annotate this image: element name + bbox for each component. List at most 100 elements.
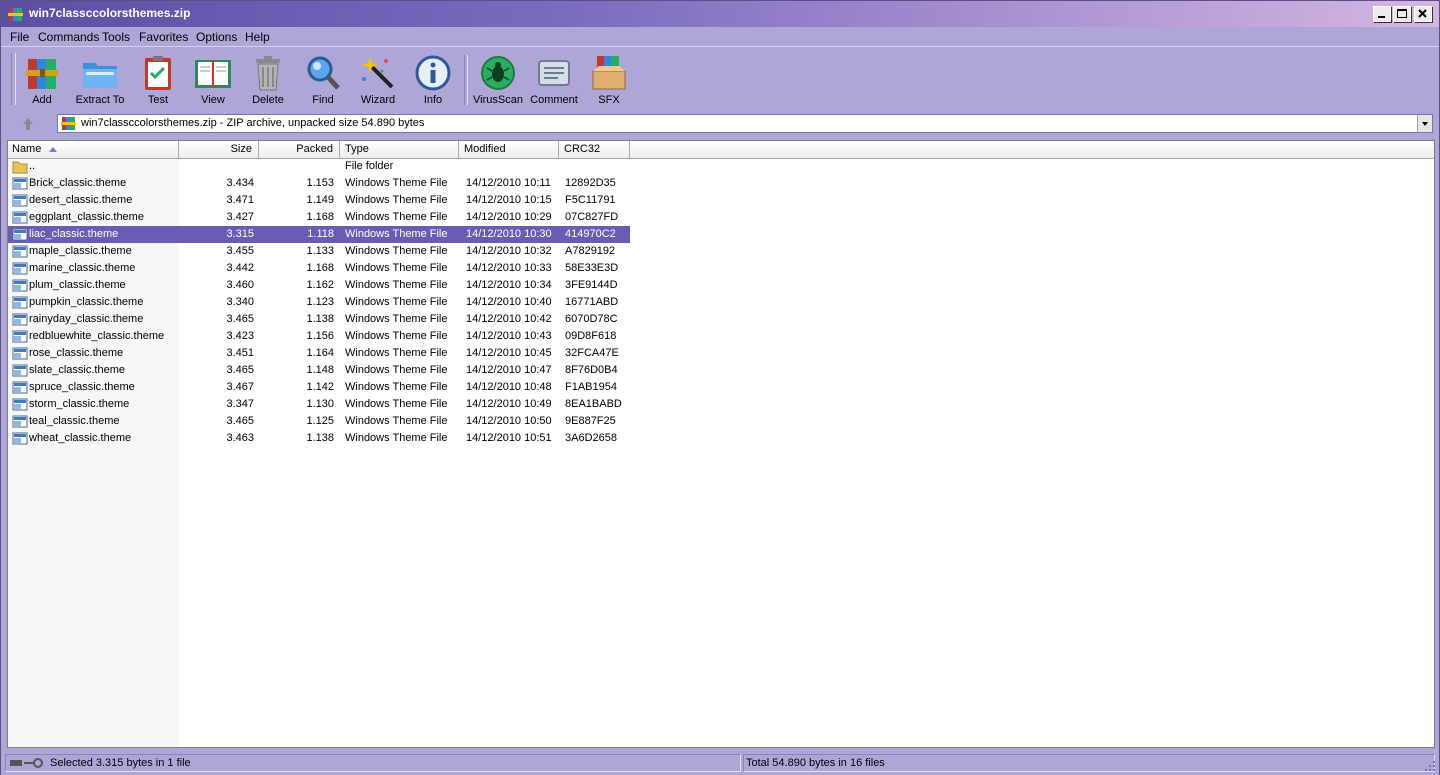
archive-icon (61, 117, 76, 130)
file-row[interactable]: rose_classic.theme 3.451 1.164 Windows Them… (8, 345, 630, 362)
file-modified: 14/12/2010 10:47 (466, 364, 552, 376)
file-crc32: 12892D35 (565, 177, 616, 189)
file-size: 3.465 (226, 313, 254, 325)
wizard-button[interactable]: Wizard (350, 51, 406, 109)
file-packed: 1.138 (306, 432, 334, 444)
file-name: desert_classic.theme (29, 194, 133, 206)
file-row[interactable]: spruce_classic.theme 3.467 1.142 Windows Th… (8, 379, 630, 396)
wizard-label: Wizard (360, 94, 396, 106)
up-folder-button[interactable] (9, 114, 47, 134)
sort-ascending-icon (49, 147, 57, 152)
file-type: Windows Theme File (345, 415, 448, 427)
delete-button[interactable]: Delete (240, 51, 296, 109)
test-button[interactable]: Test (130, 51, 186, 109)
minimize-button[interactable] (1373, 6, 1391, 22)
file-packed: 1.149 (306, 194, 334, 206)
comment-label: Comment (530, 94, 578, 106)
close-button[interactable] (1414, 6, 1432, 22)
file-row[interactable]: desert_classic.theme 3.471 1.149 Windows Th… (8, 192, 630, 209)
file-row[interactable]: slate_classic.theme 3.465 1.148 Windows The… (8, 362, 630, 379)
column-header-size[interactable]: Size (179, 141, 259, 158)
file-name: marine_classic.theme (29, 262, 136, 274)
view-button[interactable]: View (185, 51, 241, 109)
main-toolbar: Add Extract To Test View Delete Find Wiz… (1, 46, 1439, 112)
file-row[interactable]: maple_classic.theme 3.455 1.133 Windows The… (8, 243, 630, 260)
file-row[interactable]: storm_classic.theme 3.347 1.130 Windows The… (8, 396, 630, 413)
menu-options[interactable]: Options (196, 30, 237, 44)
sfx-box-icon (592, 56, 626, 90)
sfx-label: SFX (598, 94, 620, 106)
column-header-name[interactable]: Name (8, 141, 179, 158)
sfx-button[interactable]: SFX (581, 51, 637, 109)
column-header-packed[interactable]: Packed (259, 141, 340, 158)
file-type: Windows Theme File (345, 245, 448, 257)
file-packed: 1.153 (306, 177, 334, 189)
menu-favorites[interactable]: Favorites (139, 30, 188, 44)
file-row[interactable]: Brick_classic.theme 3.434 1.153 Windows The… (8, 175, 630, 192)
title-bar[interactable]: win7classccolorsthemes.zip (1, 1, 1439, 27)
file-name: plum_classic.theme (29, 279, 126, 291)
file-type: Windows Theme File (345, 313, 448, 325)
winrar-app-icon (8, 8, 23, 21)
winrar-window: win7classccolorsthemes.zip File Commands… (0, 0, 1440, 775)
column-header-type[interactable]: Type (340, 141, 459, 158)
comment-icon (538, 60, 570, 86)
file-crc32: 9E887F25 (565, 415, 616, 427)
file-list[interactable]: Name Size Packed Type Modified CRC32 .. F… (7, 140, 1435, 748)
file-type: Windows Theme File (345, 194, 448, 206)
comment-button[interactable]: Comment (526, 51, 582, 109)
maximize-button[interactable] (1393, 6, 1411, 22)
file-crc32: 07C827FD (565, 211, 619, 223)
menu-bar: File Commands Tools Favorites Options He… (1, 27, 1439, 46)
add-label: Add (32, 94, 52, 106)
file-type: Windows Theme File (345, 381, 448, 393)
file-packed: 1.156 (306, 330, 334, 342)
find-button[interactable]: Find (295, 51, 351, 109)
file-size: 3.423 (226, 330, 254, 342)
arrow-up-icon (23, 118, 33, 130)
file-crc32: 8EA1BABD (565, 398, 622, 410)
file-packed: 1.148 (306, 364, 334, 376)
extract-to-button[interactable]: Extract To (72, 51, 128, 109)
file-type: Windows Theme File (345, 432, 448, 444)
menu-help[interactable]: Help (245, 30, 270, 44)
address-field[interactable]: win7classccolorsthemes.zip - ZIP archive… (57, 114, 1433, 133)
file-size: 3.451 (226, 347, 254, 359)
file-row[interactable]: teal_classic.theme 3.465 1.125 Windows Them… (8, 413, 630, 430)
file-row[interactable]: liac_classic.theme 3.315 1.118 Windows Them… (8, 226, 630, 243)
file-modified: 14/12/2010 10:42 (466, 313, 552, 325)
theme-file-icon (12, 398, 28, 411)
file-row[interactable]: pumpkin_classic.theme 3.340 1.123 Windows T… (8, 294, 630, 311)
column-header-crc32[interactable]: CRC32 (559, 141, 630, 158)
column-header-modified[interactable]: Modified (459, 141, 559, 158)
menu-commands[interactable]: Commands (38, 30, 99, 44)
file-row[interactable]: marine_classic.theme 3.442 1.168 Windows Th… (8, 260, 630, 277)
file-name: storm_classic.theme (29, 398, 130, 410)
file-modified: 14/12/2010 10:51 (466, 432, 552, 444)
file-type: Windows Theme File (345, 347, 448, 359)
virusscan-button[interactable]: VirusScan (470, 51, 526, 109)
file-row[interactable]: rainyday_classic.theme 3.465 1.138 Windows … (8, 311, 630, 328)
file-packed: 1.130 (306, 398, 334, 410)
info-button[interactable]: Info (405, 51, 461, 109)
add-button[interactable]: Add (14, 51, 70, 109)
menu-file[interactable]: File (10, 30, 29, 44)
address-dropdown-button[interactable] (1417, 115, 1432, 132)
menu-tools[interactable]: Tools (102, 30, 130, 44)
file-size: 3.315 (226, 228, 254, 240)
file-row[interactable]: wheat_classic.theme 3.463 1.138 Windows The… (8, 430, 630, 447)
books-add-icon (26, 59, 58, 89)
file-row[interactable]: eggplant_classic.theme 3.427 1.168 Windows … (8, 209, 630, 226)
parent-folder-row[interactable]: .. File folder (8, 158, 630, 175)
theme-file-icon (12, 313, 28, 326)
resize-grip-icon[interactable] (1425, 761, 1437, 773)
file-type: Windows Theme File (345, 228, 448, 240)
file-row[interactable]: plum_classic.theme 3.460 1.162 Windows Them… (8, 277, 630, 294)
file-row[interactable]: redbluewhite_classic.theme 3.423 1.156 Wind… (8, 328, 630, 345)
file-type: Windows Theme File (345, 262, 448, 274)
column-packed-label: Packed (296, 143, 333, 155)
file-packed: 1.162 (306, 279, 334, 291)
file-crc32: 09D8F618 (565, 330, 617, 342)
file-crc32: F1AB1954 (565, 381, 617, 393)
file-modified: 14/12/2010 10:49 (466, 398, 552, 410)
